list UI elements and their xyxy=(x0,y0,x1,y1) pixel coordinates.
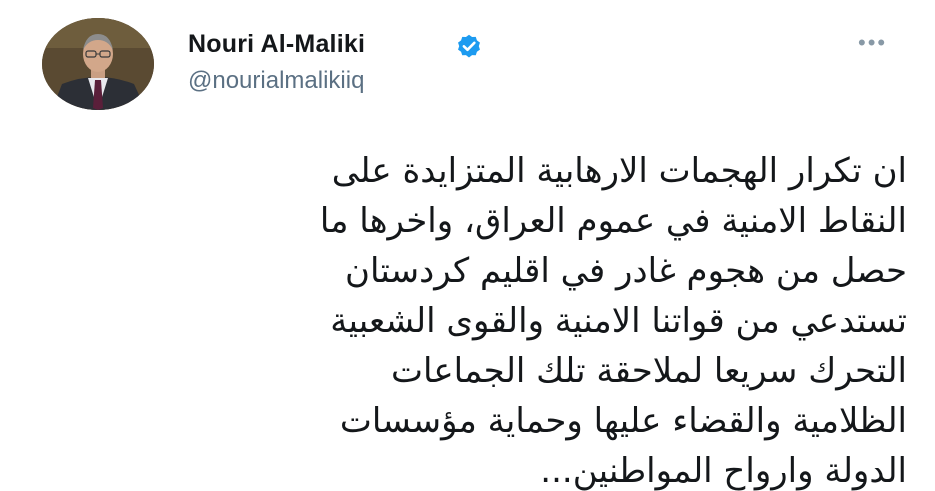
tweet-line: النقاط الامنية في عموم العراق، واخرها ما xyxy=(319,201,907,241)
handle[interactable]: @nourialmalikiiq xyxy=(188,67,364,95)
verified-badge-icon xyxy=(458,34,480,58)
more-dots-icon[interactable]: ••• xyxy=(858,32,887,54)
tweet-line: ان تكرار الهجمات الارهابية المتزايدة على xyxy=(331,151,907,191)
tweet-line: الظلامية والقضاء عليها وحماية مؤسسات xyxy=(339,401,907,441)
display-name[interactable]: Nouri Al-Maliki xyxy=(188,30,365,59)
avatar[interactable] xyxy=(42,18,154,110)
tweet-text: ان تكرار الهجمات الارهابية المتزايدة على… xyxy=(127,146,907,491)
tweet-line: الدولة وارواح المواطنين... xyxy=(540,451,907,491)
profile-photo xyxy=(42,18,154,110)
tweet-line: تستدعي من قواتنا الامنية والقوى الشعبية xyxy=(330,301,907,341)
tweet-line: التحرك سريعا لملاحقة تلك الجماعات xyxy=(390,351,907,391)
tweet-card: Nouri Al-Maliki @nourialmalikiiq ••• ان … xyxy=(0,0,935,491)
tweet-line: حصل من هجوم غادر في اقليم كردستان xyxy=(345,251,907,291)
